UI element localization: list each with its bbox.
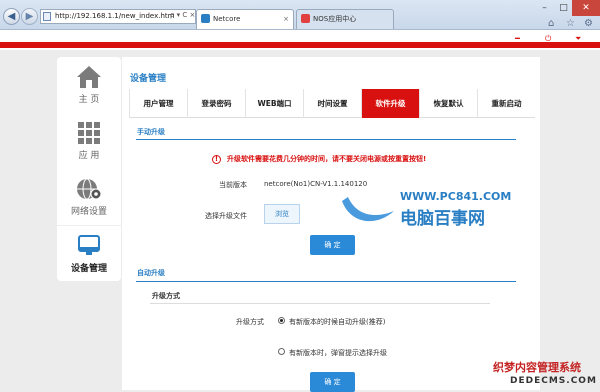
back-button[interactable]: ◀	[3, 8, 20, 25]
tab-web-port[interactable]: WEB端口	[245, 89, 303, 118]
tab-user-management[interactable]: 用户管理	[129, 89, 187, 118]
header-link-icon[interactable]: ━	[515, 34, 520, 43]
close-window-icon[interactable]: ✕	[572, 0, 600, 16]
settings-gear-icon[interactable]: ⚙	[584, 18, 593, 29]
header-red-line	[0, 42, 600, 48]
favorites-icon[interactable]: ☆	[566, 18, 575, 29]
prompt-upgrade-radio[interactable]	[278, 348, 285, 355]
sidebar-item-label: 主 页	[78, 95, 100, 105]
sidebar-item-label: 设备管理	[70, 264, 107, 274]
globe-gear-icon	[77, 178, 102, 200]
browser-chrome: ◀ ▶ http://192.168.1.1/new_index.htm ρ ▾…	[0, 0, 600, 30]
warning-icon: !	[212, 155, 221, 164]
address-text: http://192.168.1.1/new_index.htm	[55, 12, 175, 20]
upgrade-warning: ! 升级软件需要花费几分钟的时间，请不要关闭电源或按重置按钮!	[212, 154, 426, 164]
manual-confirm-button[interactable]: 确 定	[310, 235, 355, 255]
auto-upgrade-title: 自动升级	[137, 269, 165, 277]
close-tab-icon[interactable]: ×	[283, 10, 289, 28]
maximize-icon[interactable]: □	[554, 0, 573, 16]
grid-icon	[78, 122, 100, 144]
pc841-url-watermark: WWW.PC841.COM	[400, 190, 512, 203]
page-title: 设备管理	[130, 74, 167, 84]
tab-label: NOS应用中心	[313, 15, 357, 23]
current-version-value: netcore(No1)CN-V1.1.140120	[264, 180, 368, 188]
header-menu-icon[interactable]: ⏷	[575, 34, 581, 44]
auto-confirm-button[interactable]: 确 定	[310, 372, 355, 392]
prompt-upgrade-option-text: 有新版本时，弹窗提示选择升级	[289, 349, 387, 357]
tab-time-settings[interactable]: 时间设置	[303, 89, 361, 118]
home-icon	[77, 66, 101, 88]
sidebar-item-apps[interactable]: 应 用	[57, 113, 121, 169]
current-version-label: 当前版本	[219, 181, 247, 189]
dedecms-url-watermark: DEDECMS.COM	[510, 376, 597, 386]
address-tools[interactable]: ρ ▾ C ×	[170, 11, 195, 19]
section-divider	[136, 139, 516, 140]
upgrade-mode-subtitle: 升级方式	[152, 292, 180, 300]
tab-restore-default[interactable]: 恢复默认	[419, 89, 477, 118]
auto-upgrade-option-text: 有新版本的时候自动升级(推荐)	[289, 318, 386, 326]
nos-favicon-icon	[301, 14, 310, 23]
tab-login-password[interactable]: 登录密码	[187, 89, 245, 118]
warning-text: 升级软件需要花费几分钟的时间，请不要关闭电源或按重置按钮!	[227, 155, 427, 163]
dedecms-name-watermark: 织梦内容管理系统	[493, 361, 581, 374]
minimize-icon[interactable]: –	[535, 0, 554, 16]
forward-button[interactable]: ▶	[21, 8, 38, 25]
tab-restart[interactable]: 重新启动	[477, 89, 535, 118]
tab-label: Netcore	[213, 15, 241, 23]
section-divider	[136, 281, 516, 282]
subsection-divider	[150, 303, 490, 304]
monitor-icon	[78, 235, 100, 255]
home-icon[interactable]: ⌂	[548, 18, 554, 29]
tab-software-upgrade[interactable]: 软件升级	[361, 89, 419, 118]
sidebar-item-network[interactable]: 网络设置	[57, 169, 121, 225]
tab-nos[interactable]: NOS应用中心	[296, 9, 394, 29]
auto-upgrade-radio[interactable]	[278, 317, 285, 324]
tab-bar: 用户管理 登录密码 WEB端口 时间设置 软件升级 恢复默认 重新启动	[129, 89, 535, 118]
netcore-favicon-icon	[201, 14, 210, 23]
sidebar-item-label: 网络设置	[70, 207, 107, 217]
upgrade-mode-label: 升级方式	[236, 318, 264, 326]
select-file-label: 选择升级文件	[205, 212, 247, 220]
tab-netcore[interactable]: Netcore ×	[196, 9, 294, 29]
sidebar-item-label: 应 用	[78, 151, 100, 161]
sidebar: 主 页 应 用 网络设置 设备管理	[57, 57, 121, 281]
pc841-name-watermark: 电脑百事网	[400, 209, 485, 229]
sidebar-item-home[interactable]: 主 页	[57, 57, 121, 113]
page-icon	[43, 12, 51, 21]
sidebar-item-device-management[interactable]: 设备管理	[57, 225, 121, 281]
pc841-swoosh-logo	[342, 197, 394, 222]
browse-button[interactable]: 浏览	[264, 204, 300, 224]
manual-upgrade-title: 手动升级	[137, 128, 165, 136]
router-header	[0, 30, 600, 50]
header-power-icon[interactable]: ⏻	[545, 34, 551, 44]
